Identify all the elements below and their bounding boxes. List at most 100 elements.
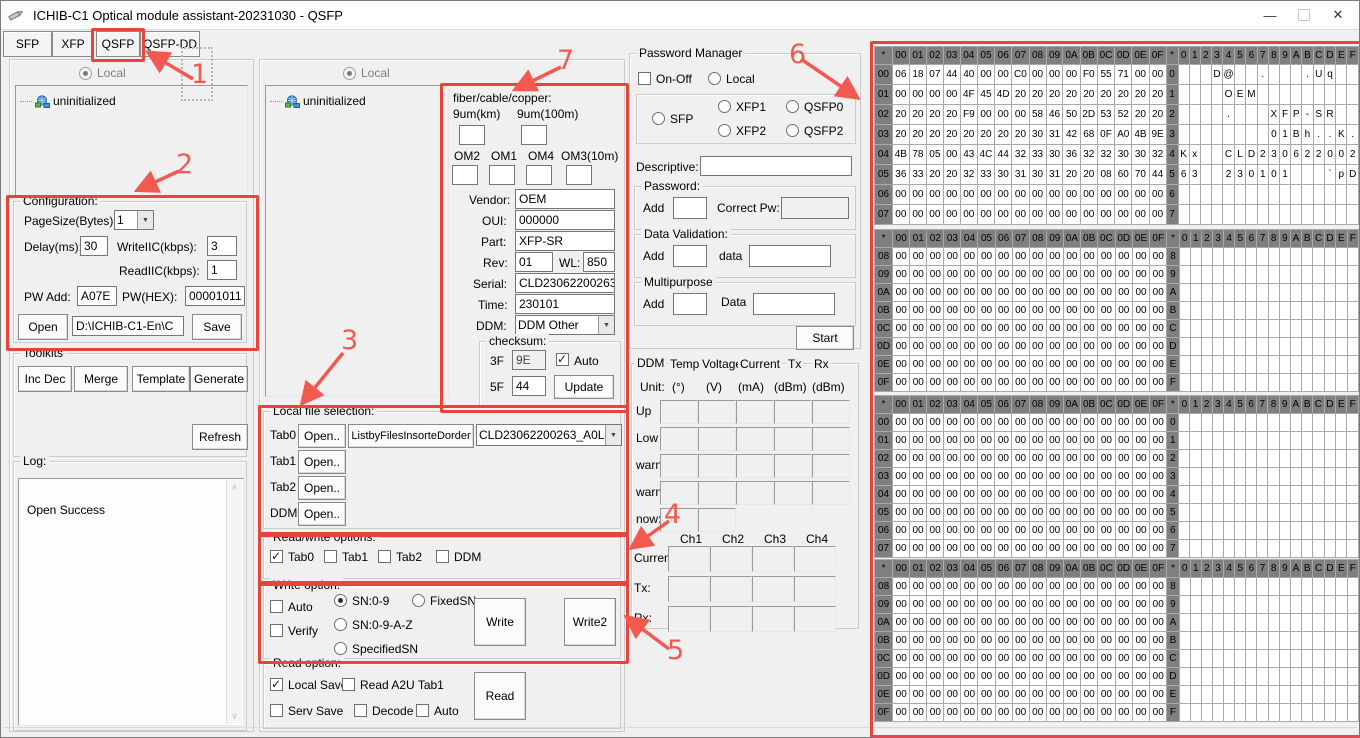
hex-byte-cell[interactable]: 00 <box>961 356 978 374</box>
hex-byte-cell[interactable]: 20 <box>943 125 960 145</box>
hex-byte-cell[interactable]: 00 <box>1012 668 1029 686</box>
hex-byte-cell[interactable]: 00 <box>944 432 961 450</box>
hex-byte-cell[interactable]: 00 <box>910 302 927 320</box>
hex-byte-cell[interactable]: 31 <box>1046 165 1063 185</box>
hex-byte-cell[interactable]: 00 <box>1012 414 1029 432</box>
hex-byte-cell[interactable]: 44 <box>1149 165 1166 185</box>
hex-byte-cell[interactable]: 20 <box>1012 85 1029 105</box>
hex-byte-cell[interactable]: 00 <box>961 266 978 284</box>
hex-byte-cell[interactable]: 00 <box>1080 185 1097 205</box>
hex-byte-cell[interactable]: 30 <box>1046 145 1063 165</box>
hex-byte-cell[interactable]: 00 <box>1132 205 1149 225</box>
hex-byte-cell[interactable]: 00 <box>910 266 927 284</box>
checksum-5f-input[interactable]: 44 <box>512 376 546 396</box>
read-serv-save-checkbox[interactable] <box>270 704 283 717</box>
read-auto-checkbox[interactable] <box>416 704 429 717</box>
hex-byte-cell[interactable]: 00 <box>1115 284 1132 302</box>
hex-byte-cell[interactable]: 00 <box>1098 650 1115 668</box>
hex-byte-cell[interactable]: 36 <box>1063 145 1080 165</box>
rw-tab2-checkbox[interactable] <box>378 550 391 563</box>
hex-byte-cell[interactable]: 00 <box>892 432 909 450</box>
hex-byte-cell[interactable]: 00 <box>910 522 927 540</box>
hex-byte-cell[interactable]: 00 <box>1029 284 1046 302</box>
hex-byte-cell[interactable]: 00 <box>978 614 995 632</box>
hex-byte-cell[interactable]: 00 <box>1132 432 1149 450</box>
hex-byte-cell[interactable]: 00 <box>1098 632 1115 650</box>
hex-byte-cell[interactable]: 00 <box>1063 578 1080 596</box>
hex-byte-cell[interactable]: 00 <box>1063 320 1080 338</box>
hex-byte-cell[interactable]: 00 <box>927 650 944 668</box>
hex-byte-cell[interactable]: 00 <box>1115 614 1132 632</box>
hex-byte-cell[interactable]: 00 <box>1098 540 1115 558</box>
hex-byte-cell[interactable]: 20 <box>892 125 909 145</box>
hex-byte-cell[interactable]: 00 <box>995 65 1012 85</box>
hex-byte-cell[interactable]: 00 <box>1115 356 1132 374</box>
hex-byte-cell[interactable]: 00 <box>1046 686 1063 704</box>
hex-byte-cell[interactable]: 00 <box>977 65 994 85</box>
hex-byte-cell[interactable]: 00 <box>1098 414 1115 432</box>
hex-byte-cell[interactable]: 00 <box>1012 266 1029 284</box>
pm-mp-data-input[interactable] <box>753 293 835 315</box>
hex-byte-cell[interactable]: F9 <box>960 105 977 125</box>
hex-byte-cell[interactable]: 00 <box>944 450 961 468</box>
hex-byte-cell[interactable]: 00 <box>961 468 978 486</box>
hex-byte-cell[interactable]: 00 <box>1081 686 1098 704</box>
hex-byte-cell[interactable]: 00 <box>944 248 961 266</box>
hex-byte-cell[interactable]: 00 <box>995 374 1012 392</box>
hex-byte-cell[interactable]: 4F <box>960 85 977 105</box>
hex-byte-cell[interactable]: 00 <box>995 686 1012 704</box>
hex-byte-cell[interactable]: 00 <box>893 302 910 320</box>
hex-byte-cell[interactable]: 00 <box>892 205 909 225</box>
hex-byte-cell[interactable]: 32 <box>1080 145 1097 165</box>
hex-byte-cell[interactable]: 00 <box>1046 504 1063 522</box>
hex-byte-cell[interactable]: 00 <box>1029 540 1046 558</box>
hex-byte-cell[interactable]: 00 <box>1029 468 1046 486</box>
hex-byte-cell[interactable]: 00 <box>1029 414 1046 432</box>
hex-byte-cell[interactable]: 00 <box>1029 266 1046 284</box>
hex-byte-cell[interactable]: 00 <box>1046 248 1063 266</box>
hex-byte-cell[interactable]: 20 <box>1132 105 1149 125</box>
hex-byte-cell[interactable]: 00 <box>927 468 944 486</box>
hex-byte-cell[interactable]: 00 <box>892 414 909 432</box>
hex-byte-cell[interactable]: 00 <box>1150 632 1167 650</box>
rw-tab0-checkbox[interactable] <box>270 550 283 563</box>
hex-byte-cell[interactable]: 00 <box>944 504 961 522</box>
hex-byte-cell[interactable]: 00 <box>1132 522 1149 540</box>
hex-byte-cell[interactable]: 33 <box>977 165 994 185</box>
ddm-cell[interactable] <box>812 400 850 424</box>
hex-byte-cell[interactable]: 00 <box>1132 414 1149 432</box>
hex-byte-cell[interactable]: 00 <box>927 614 944 632</box>
hex-byte-cell[interactable]: 00 <box>1029 302 1046 320</box>
hex-byte-cell[interactable]: 00 <box>927 450 944 468</box>
hex-byte-cell[interactable]: 00 <box>1098 468 1115 486</box>
hex-byte-cell[interactable]: 00 <box>1132 248 1149 266</box>
hex-byte-cell[interactable]: 00 <box>910 668 927 686</box>
hex-byte-cell[interactable]: 30 <box>1029 125 1046 145</box>
hex-byte-cell[interactable]: 00 <box>944 284 961 302</box>
hex-byte-cell[interactable]: 00 <box>1012 338 1029 356</box>
hex-byte-cell[interactable]: 00 <box>943 185 960 205</box>
hex-byte-cell[interactable]: 00 <box>1132 65 1149 85</box>
hex-byte-cell[interactable]: 00 <box>1012 632 1029 650</box>
oui-input[interactable]: 000000 <box>515 210 615 230</box>
hex-byte-cell[interactable]: 00 <box>927 248 944 266</box>
scroll-up-icon[interactable]: ∧ <box>227 480 242 495</box>
ddm-cell[interactable] <box>698 427 736 451</box>
hex-byte-cell[interactable]: 00 <box>1081 374 1098 392</box>
sn-0-9-radio[interactable] <box>334 594 347 607</box>
hex-byte-cell[interactable]: 00 <box>995 540 1012 558</box>
hex-byte-cell[interactable]: 00 <box>1150 432 1167 450</box>
hex-byte-cell[interactable]: 00 <box>995 338 1012 356</box>
hex-byte-cell[interactable]: 00 <box>944 540 961 558</box>
read-button[interactable]: Read <box>474 672 526 720</box>
minimize-button[interactable]: — <box>1253 1 1287 29</box>
hex-byte-cell[interactable]: 00 <box>995 668 1012 686</box>
hex-byte-cell[interactable]: 00 <box>1098 596 1115 614</box>
hex-byte-cell[interactable]: 00 <box>892 450 909 468</box>
om3-input[interactable] <box>566 165 592 185</box>
hex-byte-cell[interactable]: 20 <box>1149 105 1166 125</box>
ddm-ch-cell[interactable] <box>752 576 794 602</box>
hex-byte-cell[interactable]: 00 <box>1081 338 1098 356</box>
hex-byte-cell[interactable]: 00 <box>893 686 910 704</box>
pm-dv-data-input[interactable] <box>749 245 831 267</box>
